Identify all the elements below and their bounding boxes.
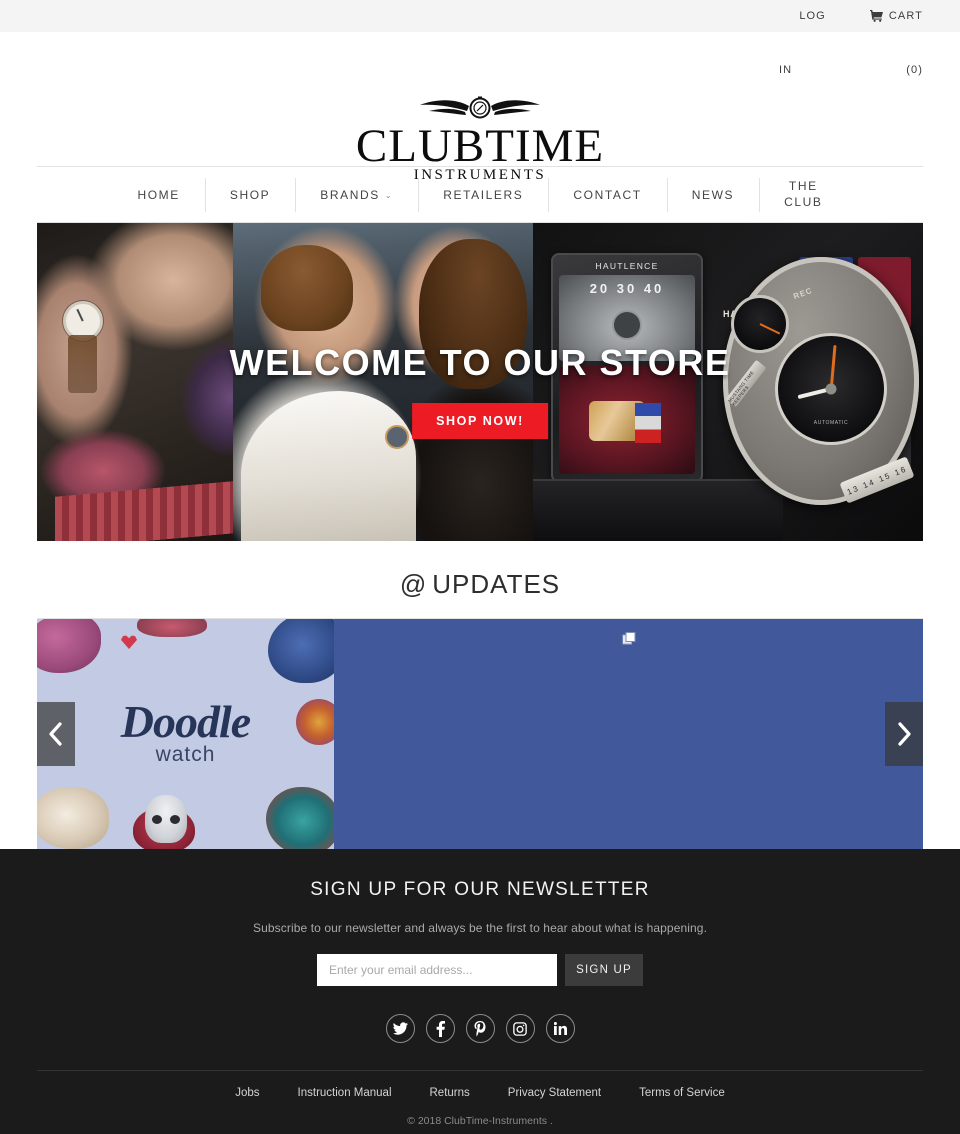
nav-label: CONTACT <box>573 187 642 202</box>
nav-label: NEWS <box>691 187 735 202</box>
social-pinterest-link[interactable] <box>465 1014 495 1043</box>
hero-big-watch-rec-label: REC <box>792 285 814 302</box>
nav-label: SHOP <box>229 187 271 202</box>
hero-watch-dial-hub <box>612 309 642 340</box>
logo-wordmark: CLUBTIME <box>355 120 605 172</box>
newsletter-title: SIGN UP FOR OUR NEWSLETTER <box>310 879 650 900</box>
hero-automatic-text: AUTOMATIC <box>813 420 849 426</box>
social-linkedin-link[interactable] <box>545 1014 575 1043</box>
login-link[interactable]: LOG <box>799 0 826 32</box>
nav-label: HOME <box>137 187 180 202</box>
doodle-skull-icon <box>145 795 187 843</box>
footer-link-jobs[interactable]: Jobs <box>235 1087 259 1099</box>
doodle-wordmark: Doodle <box>120 696 251 747</box>
top-utility-second-line: IN (0) <box>723 64 923 84</box>
logo-tagline: INSTRUMENTS <box>413 167 547 183</box>
copyright-text: © 2018 ClubTime-Instruments . <box>407 1115 553 1127</box>
hero-title: WELCOME TO OUR STORE <box>229 342 731 383</box>
carousel-slide-blue-panel[interactable] <box>334 619 923 849</box>
nav-item-brands[interactable]: BRANDS ⌄ <box>295 188 418 202</box>
social-twitter-link[interactable] <box>385 1014 415 1043</box>
at-sign-icon: @ <box>399 569 427 599</box>
nav-label: BRANDS <box>320 187 380 202</box>
winged-watch-emblem-icon <box>415 96 545 122</box>
carousel-next-button[interactable] <box>885 702 923 766</box>
hero-banner: HAUTLENCE 20 30 40 H <box>37 223 923 541</box>
hero-watch-brand-label: HAUTLENCE <box>595 261 659 271</box>
twitter-icon <box>392 1022 408 1035</box>
hero-hand-pin <box>825 383 837 395</box>
nav-label: RETAILERS <box>443 187 524 202</box>
facebook-icon <box>436 1020 445 1037</box>
nav-item-home[interactable]: HOME <box>112 188 204 202</box>
social-links <box>0 1014 960 1043</box>
hero-man-hair <box>261 245 353 331</box>
footer-link-returns[interactable]: Returns <box>430 1087 470 1099</box>
hero-leather-strap <box>533 479 783 541</box>
footer-divider <box>37 1070 923 1071</box>
hero-wristwatch-center <box>385 425 409 449</box>
cart-label: CART <box>888 10 923 22</box>
instagram-icon <box>513 1021 527 1036</box>
hero-watch-dial-numbers: 20 30 40 <box>589 281 665 296</box>
doodle-flower-icon <box>37 619 101 673</box>
nav-label-line2: CLUB <box>784 195 823 209</box>
site-footer: SIGN UP FOR OUR NEWSLETTER Subscribe to … <box>0 849 960 1134</box>
footer-link-privacy-statement[interactable]: Privacy Statement <box>508 1087 601 1099</box>
carousel-slide-doodle-watch[interactable]: Doodle watch <box>37 619 334 849</box>
login-label-line2[interactable]: IN <box>779 64 792 76</box>
chevron-down-icon: ⌄ <box>384 190 394 200</box>
doodle-heart-icon <box>121 635 137 649</box>
nav-item-shop[interactable]: SHOP <box>205 188 295 202</box>
nav-item-news[interactable]: NEWS <box>667 188 759 202</box>
broken-image-placeholder-icon <box>621 632 635 645</box>
nav-item-retailers[interactable]: RETAILERS <box>418 188 548 202</box>
shop-now-button[interactable]: SHOP NOW! <box>412 403 548 439</box>
login-label: LOG <box>799 10 826 22</box>
footer-link-instruction-manual[interactable]: Instruction Manual <box>298 1087 392 1099</box>
cart-count: (0) <box>906 64 923 76</box>
top-utility-bar: LOG CART <box>0 0 960 32</box>
updates-carousel: Doodle watch <box>37 619 923 849</box>
footer-links: Jobs Instruction Manual Returns Privacy … <box>0 1087 960 1099</box>
doodle-bird-icon <box>137 619 207 637</box>
hero-white-shirt <box>241 391 416 541</box>
footer-link-terms-of-service[interactable]: Terms of Service <box>639 1087 725 1099</box>
newsletter-form: SIGN UP <box>317 954 643 986</box>
cart-link[interactable]: CART <box>869 0 923 32</box>
social-facebook-link[interactable] <box>425 1014 455 1043</box>
social-instagram-link[interactable] <box>505 1014 535 1043</box>
cart-icon <box>869 10 883 22</box>
newsletter-signup-button[interactable]: SIGN UP <box>565 954 643 986</box>
nav-item-the-club[interactable]: THE CLUB <box>759 179 847 210</box>
pinterest-icon <box>474 1020 486 1037</box>
doodle-dragon-icon <box>266 787 334 849</box>
updates-title: UPDATES <box>432 569 561 599</box>
updates-section-header: @ UPDATES <box>37 541 923 618</box>
hero-subdial-needle <box>759 323 781 335</box>
doodle-subtext: watch <box>155 743 216 766</box>
linkedin-icon <box>553 1022 567 1035</box>
carousel-prev-button[interactable] <box>37 702 75 766</box>
newsletter-subtitle: Subscribe to our newsletter and always b… <box>253 921 707 935</box>
top-utility-links: LOG CART <box>799 0 923 32</box>
doodle-flower-icon <box>37 787 109 849</box>
nav-item-contact[interactable]: CONTACT <box>548 188 666 202</box>
nav-label-line1: THE <box>788 179 818 193</box>
doodle-koi-fish-icon <box>268 619 334 683</box>
newsletter-email-input[interactable] <box>317 954 557 986</box>
hero-watch-color-block <box>635 402 662 443</box>
